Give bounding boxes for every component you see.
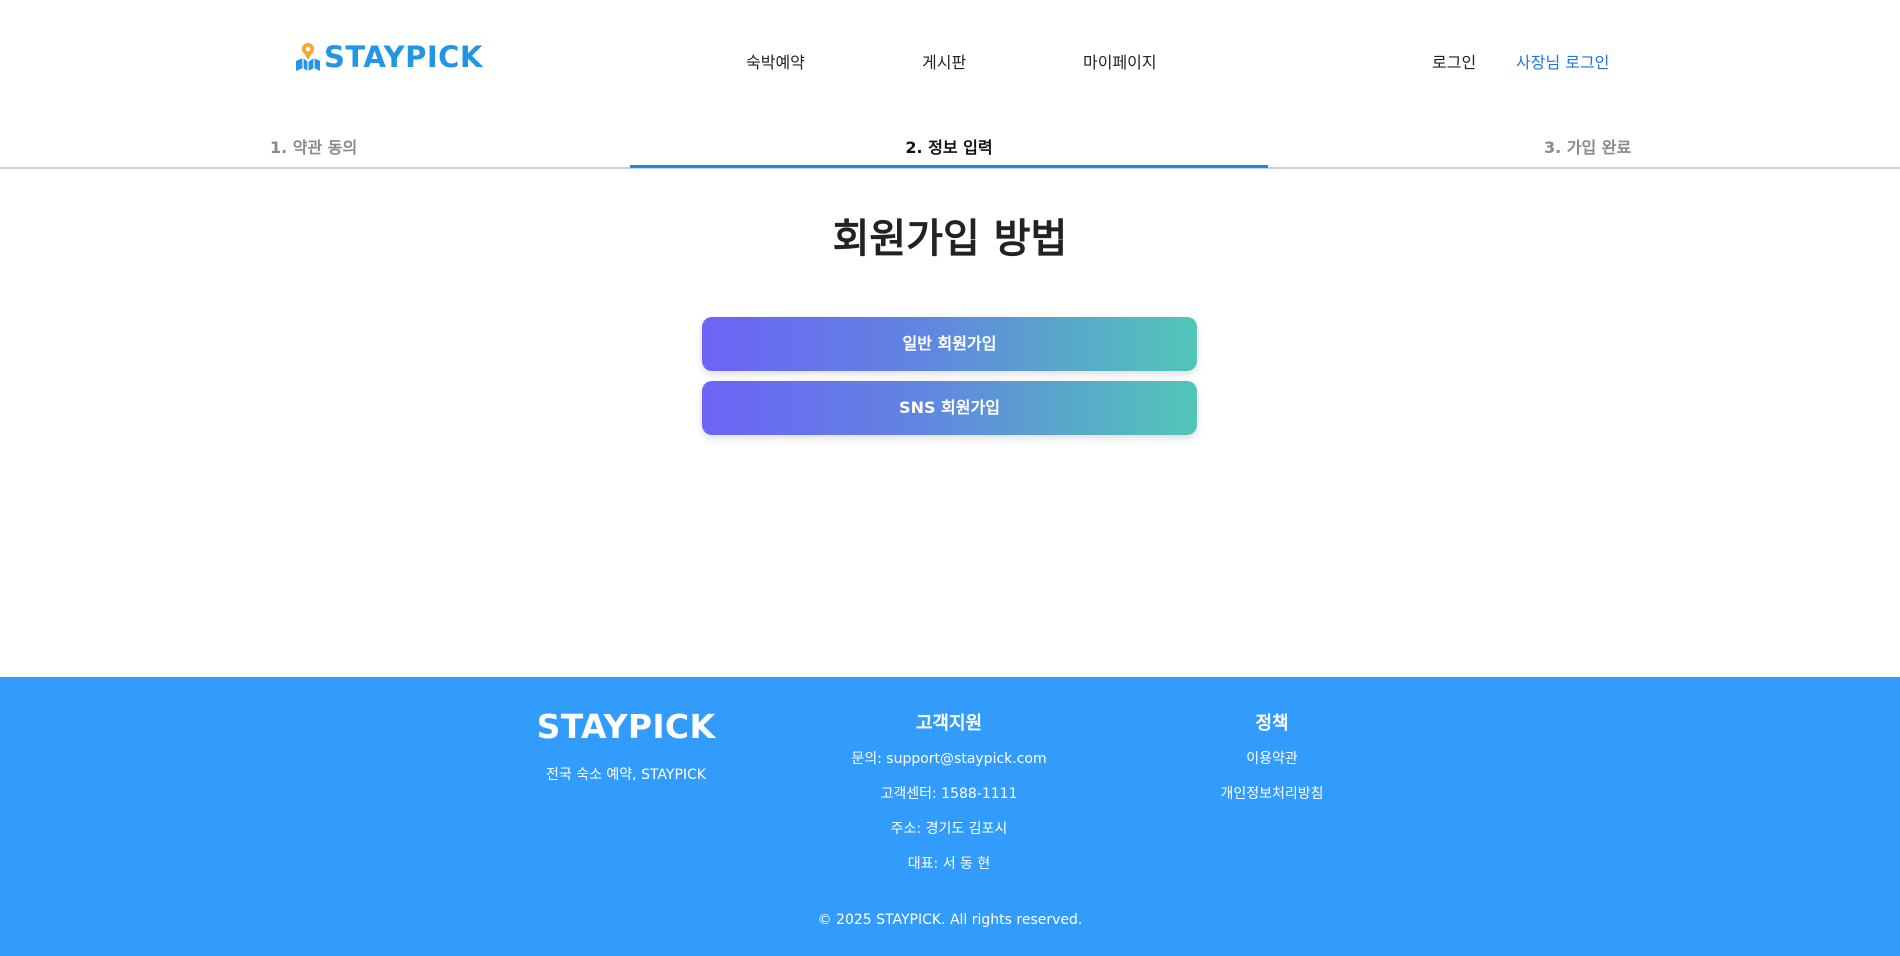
support-address: 주소: 경기도 김포시 bbox=[890, 821, 1008, 837]
general-signup-button[interactable]: 일반 회원가입 bbox=[702, 317, 1197, 371]
site-header: STAYPICK 숙박예약 게시판 마이페이지 로그인 사장님 로그인 bbox=[0, 0, 1900, 118]
active-step-indicator bbox=[630, 165, 1268, 168]
support-heading: 고객지원 bbox=[915, 713, 983, 734]
footer-policy: 정책 이용약관 개인정보처리방침 bbox=[1172, 709, 1372, 819]
step-complete: 3. 가입 완료 bbox=[1544, 138, 1632, 157]
nav-booking[interactable]: 숙박예약 bbox=[746, 49, 805, 73]
sns-signup-button[interactable]: SNS 회원가입 bbox=[702, 381, 1197, 435]
page-title: 회원가입 방법 bbox=[832, 216, 1068, 262]
support-email: 문의: support@staypick.com bbox=[851, 751, 1047, 767]
step-info: 2. 정보 입력 bbox=[905, 138, 993, 157]
footer-brand: STAYPICK 전국 숙소 예약, STAYPICK bbox=[526, 707, 726, 784]
logo[interactable]: STAYPICK bbox=[295, 40, 483, 74]
support-phone: 고객센터: 1588-1111 bbox=[880, 786, 1018, 802]
support-ceo: 대표: 서 동 현 bbox=[907, 856, 991, 872]
copyright: © 2025 STAYPICK. All rights reserved. bbox=[817, 912, 1083, 928]
terms-link[interactable]: 이용약관 bbox=[1172, 749, 1372, 784]
privacy-policy-link[interactable]: 개인정보처리방침 bbox=[1172, 784, 1372, 819]
nav-mypage[interactable]: 마이페이지 bbox=[1083, 49, 1157, 73]
signup-steps: 1. 약관 동의 2. 정보 입력 3. 가입 완료 bbox=[0, 130, 1900, 169]
footer-logo: STAYPICK bbox=[536, 707, 716, 746]
login-link[interactable]: 로그인 bbox=[1432, 49, 1476, 73]
step-terms: 1. 약관 동의 bbox=[270, 138, 358, 157]
map-pin-icon bbox=[296, 43, 320, 71]
policy-heading: 정책 bbox=[1255, 713, 1289, 734]
logo-text: STAYPICK bbox=[324, 40, 483, 74]
site-footer: STAYPICK 전국 숙소 예약, STAYPICK 고객지원 문의: sup… bbox=[0, 677, 1900, 956]
footer-tagline: 전국 숙소 예약, STAYPICK bbox=[545, 767, 706, 783]
footer-support: 고객지원 문의: support@staypick.com 고객센터: 1588… bbox=[799, 709, 1099, 889]
nav-board[interactable]: 게시판 bbox=[922, 49, 966, 73]
owner-login-link[interactable]: 사장님 로그인 bbox=[1516, 49, 1609, 73]
